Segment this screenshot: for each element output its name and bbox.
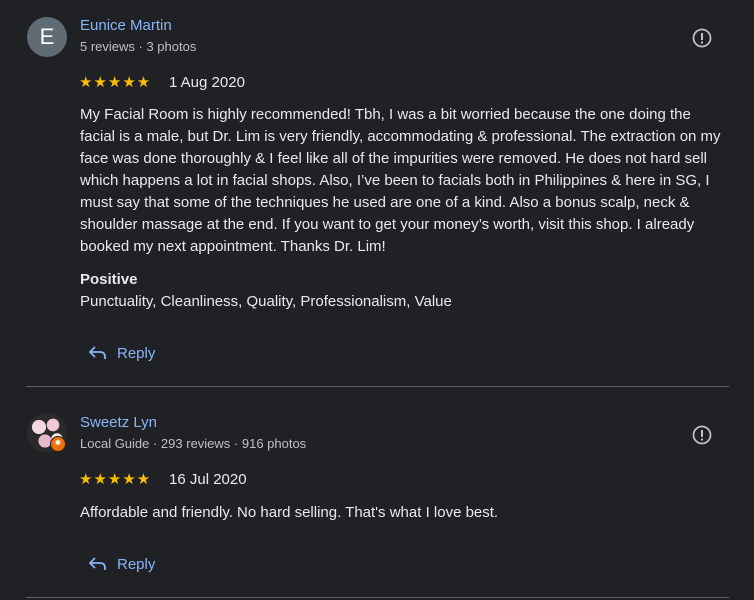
report-flag-icon[interactable] xyxy=(691,27,713,49)
review-card-1: E Eunice Martin 5 reviews · 3 photos ★★★… xyxy=(0,0,754,386)
positive-label: Positive xyxy=(80,271,138,288)
reply-arrow-icon xyxy=(89,346,106,359)
star-rating: ★★★★★ xyxy=(79,74,152,91)
reviewer-name[interactable]: Eunice Martin xyxy=(80,17,172,34)
reply-arrow-icon xyxy=(89,557,106,570)
reviewer-name[interactable]: Sweetz Lyn xyxy=(80,414,157,431)
review-date: 1 Aug 2020 xyxy=(169,74,245,91)
reply-button[interactable]: Reply xyxy=(89,552,155,576)
reviewer-meta: Local Guide · 293 reviews · 916 photos xyxy=(80,436,307,451)
review-text: My Facial Room is highly recommended! Tb… xyxy=(80,106,721,255)
review-text: Affordable and friendly. No hard selling… xyxy=(80,504,499,521)
review-card-2: ✷ Sweetz Lyn Local Guide · 293 reviews ·… xyxy=(0,387,754,599)
report-flag-icon[interactable] xyxy=(691,424,713,446)
review-divider xyxy=(26,597,729,598)
reply-label: Reply xyxy=(117,344,156,362)
review-date: 16 Jul 2020 xyxy=(169,471,247,488)
reply-button[interactable]: Reply xyxy=(89,341,155,365)
positive-values: Punctuality, Cleanliness, Quality, Profe… xyxy=(80,293,452,310)
reviewer-meta: 5 reviews · 3 photos xyxy=(80,39,197,54)
reply-label: Reply xyxy=(117,555,156,573)
star-rating: ★★★★★ xyxy=(79,471,152,488)
reviewer-avatar[interactable]: E xyxy=(27,17,67,57)
local-guide-badge-icon: ✷ xyxy=(50,436,66,452)
